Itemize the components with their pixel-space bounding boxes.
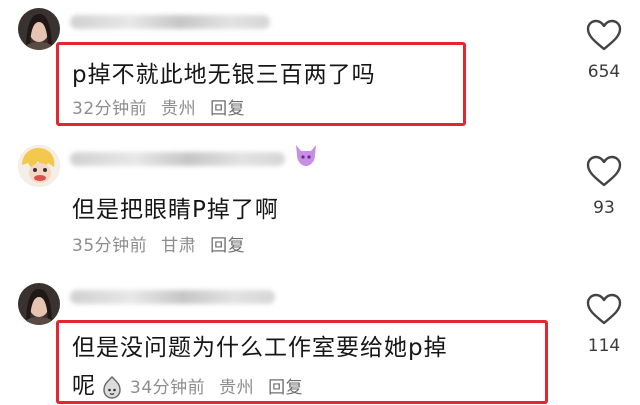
- comment-location: 甘肃: [161, 236, 197, 256]
- like-count: 93: [593, 198, 615, 218]
- avatar-cartoon-icon: [18, 145, 60, 187]
- reply-button[interactable]: 回复: [210, 99, 245, 119]
- comment-text: p掉不就此地无银三百两了吗: [72, 62, 376, 88]
- avatar-photo-icon: [18, 8, 60, 50]
- like-count: 114: [587, 336, 621, 356]
- comment-text-tail: 呢: [72, 373, 96, 399]
- comment-time: 35分钟前: [72, 236, 148, 256]
- avatar-photo-icon: [18, 283, 60, 325]
- heart-outline-icon: [586, 293, 622, 325]
- comment-location: 贵州: [161, 99, 197, 119]
- heart-outline-icon: [586, 19, 622, 51]
- reply-button[interactable]: 回复: [210, 236, 245, 256]
- like-button[interactable]: 114: [580, 292, 628, 356]
- comment-text: 但是没问题为什么工作室要给她p掉: [72, 335, 448, 361]
- purple-devil-emoji-icon: [293, 143, 319, 167]
- comment-meta: 35分钟前 甘肃 回复: [72, 231, 259, 256]
- like-button[interactable]: 654: [580, 18, 628, 82]
- heart-outline-icon: [586, 155, 622, 187]
- like-count: 654: [587, 62, 621, 82]
- reply-button[interactable]: 回复: [268, 378, 303, 398]
- like-button[interactable]: 93: [580, 154, 628, 218]
- comment-time: 34分钟前: [130, 378, 206, 398]
- comment-location: 贵州: [219, 378, 255, 398]
- username-blurred[interactable]: [70, 15, 270, 29]
- avatar[interactable]: [18, 283, 60, 325]
- smiling-blob-emoji-icon: [100, 375, 124, 399]
- username-blurred[interactable]: [70, 290, 275, 304]
- comment-time: 32分钟前: [72, 99, 148, 119]
- username-blurred[interactable]: [70, 152, 285, 166]
- avatar[interactable]: [18, 145, 60, 187]
- comment-text: 但是把眼睛P掉了啊: [72, 197, 279, 223]
- comment-meta: 34分钟前 贵州 回复: [130, 378, 317, 398]
- comment-meta: 32分钟前 贵州 回复: [72, 94, 259, 119]
- comment-text-continued: 呢 34分钟前 贵州 回复: [72, 366, 317, 400]
- avatar[interactable]: [18, 8, 60, 50]
